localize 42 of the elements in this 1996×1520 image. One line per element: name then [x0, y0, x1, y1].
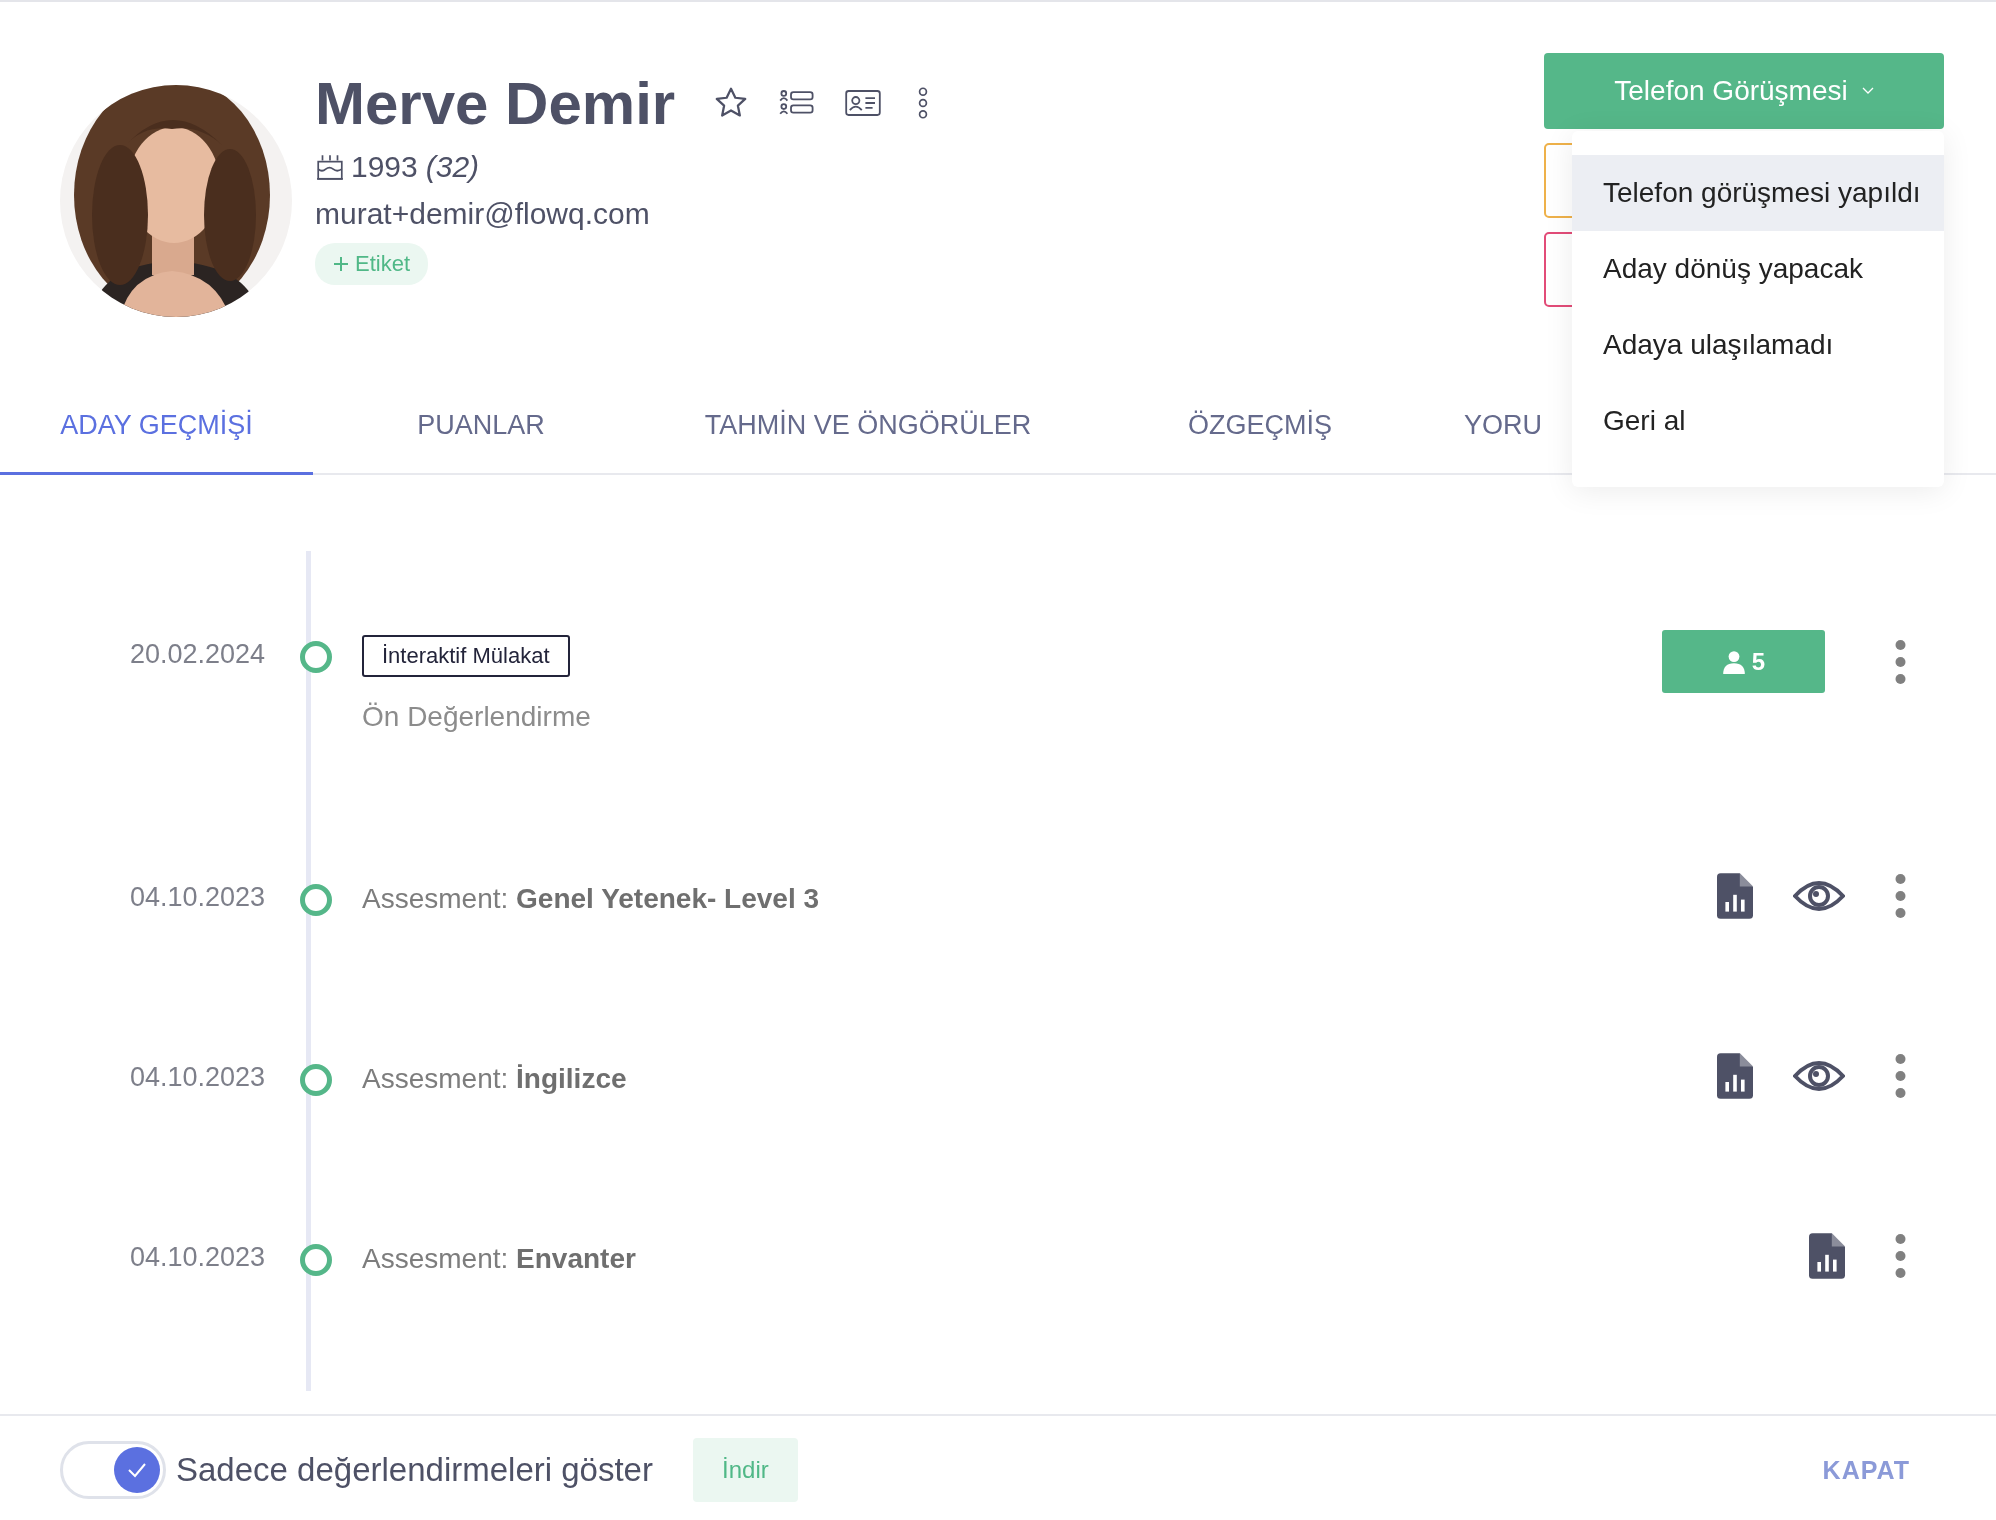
assessment-title: Assesment: İngilizce — [362, 1063, 627, 1094]
toggle-label: Sadece değerlendirmeleri göster — [176, 1451, 653, 1489]
interview-type-label: İnteraktif Mülakat — [362, 635, 570, 677]
more-icon[interactable] — [1895, 1054, 1906, 1098]
person-icon — [1721, 649, 1746, 674]
check-icon — [127, 1462, 147, 1478]
birth-year: 1993 — [351, 150, 418, 184]
timeline-marker — [300, 1064, 332, 1096]
cake-icon — [315, 152, 345, 182]
menu-item[interactable]: Aday dönüş yapacak — [1572, 231, 1944, 307]
tab[interactable]: TAHMİN VE ÖNGÖRÜLER — [649, 378, 1087, 475]
close-button[interactable]: KAPAT — [1816, 1454, 1916, 1486]
report-icon[interactable] — [1809, 1233, 1845, 1279]
entry-date: 04.10.2023 — [130, 881, 267, 914]
tab[interactable]: ADAY GEÇMİŞİ — [0, 378, 313, 475]
assessment-title: Assesment: Genel Yetenek- Level 3 — [362, 883, 820, 914]
timeline-marker — [300, 1244, 332, 1276]
email: murat+demir@flowq.com — [315, 197, 651, 231]
more-icon[interactable] — [917, 86, 930, 120]
more-icon[interactable] — [1895, 1234, 1906, 1278]
more-icon[interactable] — [1895, 874, 1906, 918]
plus-icon — [333, 256, 349, 272]
age: (32) — [425, 150, 480, 184]
report-icon[interactable] — [1717, 1053, 1753, 1099]
entry-date: 04.10.2023 — [130, 1241, 267, 1274]
toggle-switch[interactable] — [60, 1441, 166, 1499]
report-icon[interactable] — [1717, 873, 1753, 919]
candidate-name: Merve Demir — [315, 68, 676, 138]
chevron-down-icon — [1861, 87, 1874, 95]
menu-item[interactable]: Adaya ulaşılamadı — [1572, 307, 1944, 383]
entry-date: 20.02.2024 — [130, 638, 267, 671]
more-icon[interactable] — [1895, 639, 1906, 684]
tab[interactable]: PUANLAR — [313, 378, 649, 475]
timeline-marker — [300, 884, 332, 916]
assessment-title: Assesment: Envanter — [362, 1243, 636, 1274]
menu-item[interactable]: Telefon görüşmesi yapıldı — [1572, 155, 1944, 231]
stage-name: Ön Değerlendirme — [362, 701, 592, 733]
tab[interactable]: ÖZGEÇMİŞ — [1087, 378, 1433, 475]
tab[interactable]: YORU — [1433, 378, 1573, 475]
entry-date: 04.10.2023 — [130, 1061, 267, 1094]
menu-item[interactable]: Geri al — [1572, 383, 1944, 459]
timeline-marker — [300, 641, 332, 673]
